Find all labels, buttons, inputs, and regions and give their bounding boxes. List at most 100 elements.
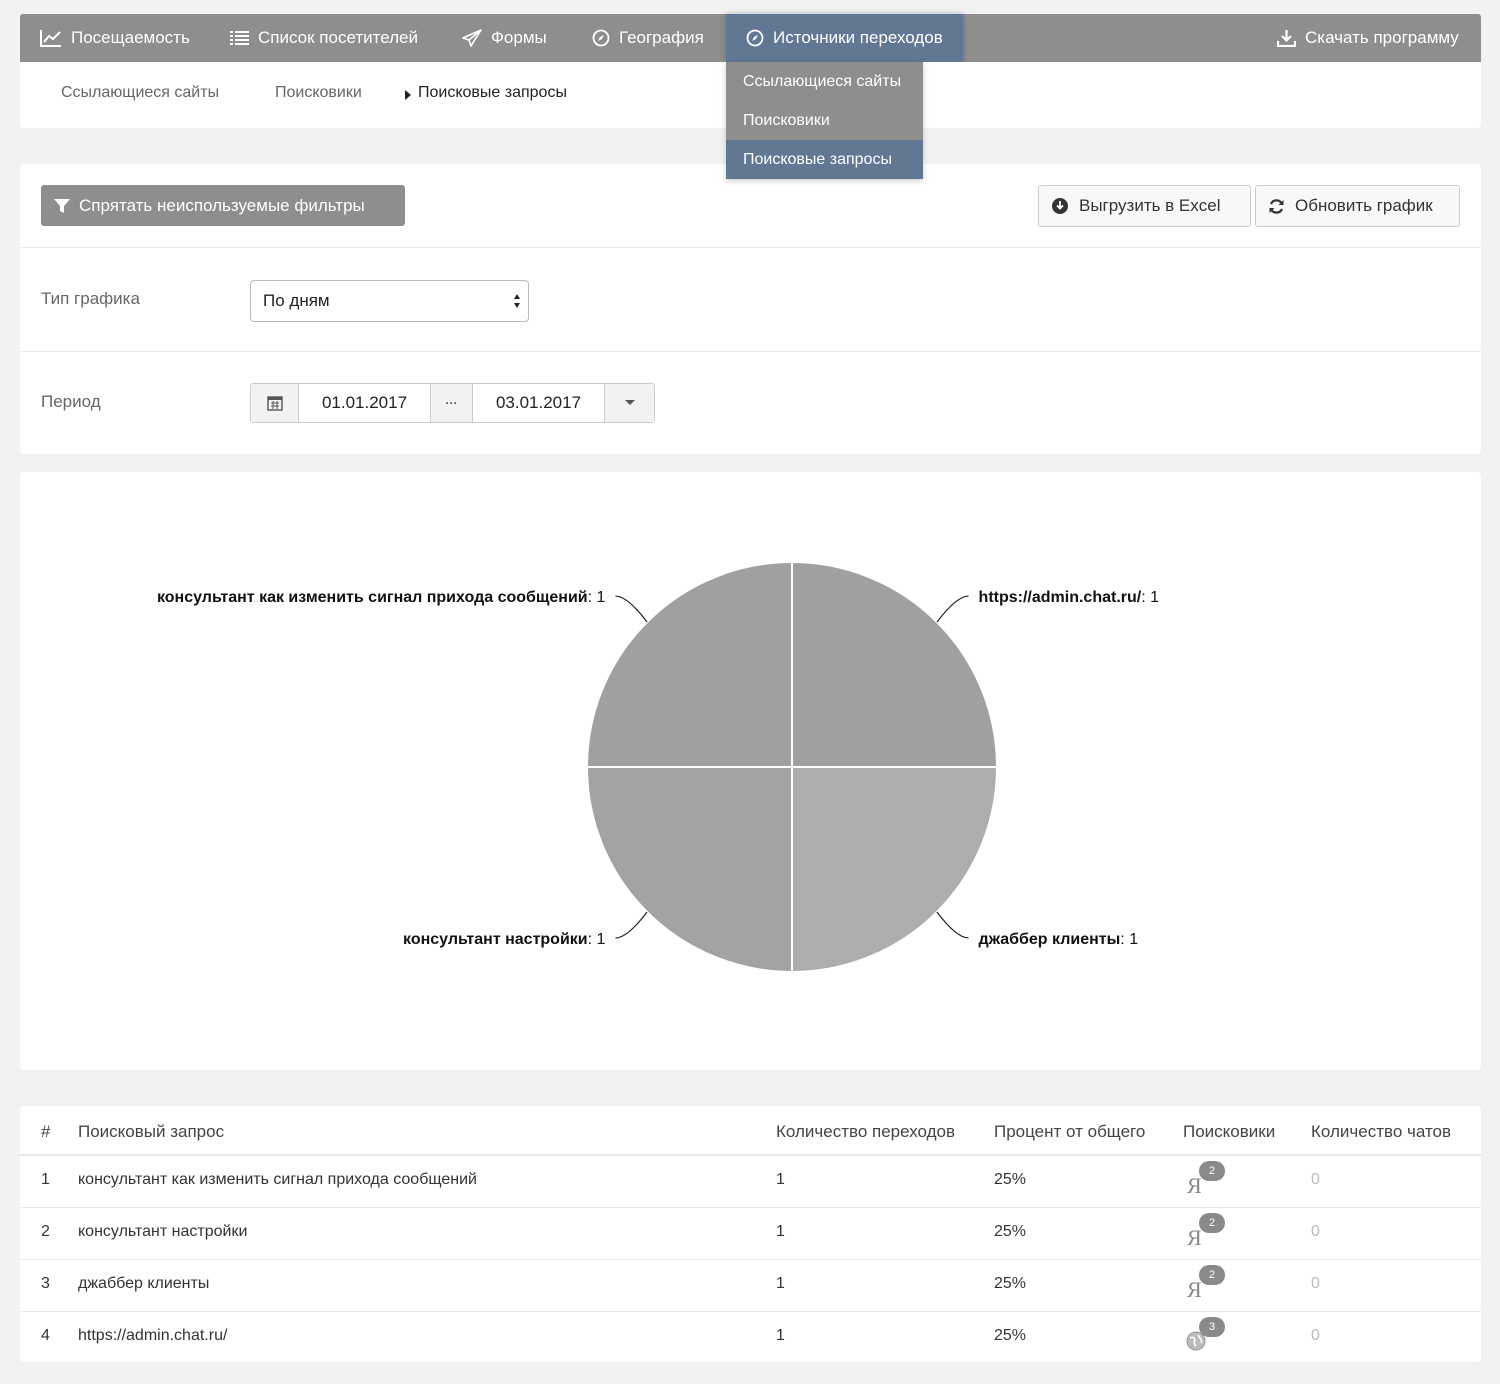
nav-item-referral-sources[interactable]: Источники переходов bbox=[726, 14, 963, 62]
table-row: 3 джаббер клиенты 1 25% Я 2 0 bbox=[20, 1259, 1481, 1311]
column-header-search-engines: Поисковики bbox=[1183, 1122, 1276, 1141]
nav-item-attendance[interactable]: Посещаемость bbox=[40, 14, 190, 62]
pie-chart: https://admin.chat.ru/: 1 джаббер клиенты… bbox=[157, 560, 1160, 974]
row-chats: 0 bbox=[1311, 1171, 1320, 1188]
row-query: джаббер клиенты bbox=[78, 1275, 210, 1292]
row-chats: 0 bbox=[1311, 1223, 1320, 1240]
table-row: 1 консультант как изменить сигнал приход… bbox=[20, 1154, 1481, 1206]
row-number: 2 bbox=[41, 1223, 50, 1240]
pie-leader-line bbox=[936, 595, 969, 623]
table-row: 2 консультант настройки 1 25% Я 2 0 bbox=[20, 1207, 1481, 1259]
filter-icon bbox=[54, 198, 70, 213]
referral-sources-dropdown: Ссылающиеся сайты Поисковики Поисковые з… bbox=[726, 62, 923, 179]
dropdown-item-search-queries[interactable]: Поисковые запросы bbox=[726, 140, 923, 179]
nav-item-forms[interactable]: Формы bbox=[462, 14, 547, 62]
nav-label: География bbox=[619, 28, 704, 47]
divider bbox=[20, 247, 1481, 248]
nav-item-visitors[interactable]: Список посетителей bbox=[230, 14, 418, 62]
period-picker: 01.01.2017 ··· 03.01.2017 bbox=[250, 383, 655, 423]
hide-filters-button[interactable]: Спрятать неиспользуемые фильтры bbox=[41, 185, 405, 226]
refresh-icon bbox=[1269, 198, 1284, 214]
download-program-link[interactable]: Скачать программу bbox=[1277, 14, 1459, 62]
line-chart-icon bbox=[40, 30, 61, 47]
pie-slice-label: консультант настройки: 1 bbox=[403, 931, 606, 948]
divider bbox=[20, 351, 1481, 352]
paper-plane-icon bbox=[462, 29, 482, 47]
nav-label: Источники переходов bbox=[773, 28, 943, 47]
row-number: 4 bbox=[41, 1327, 50, 1344]
nav-label: Скачать программу bbox=[1305, 28, 1459, 47]
caret-right-icon bbox=[405, 90, 411, 100]
compass-icon bbox=[592, 29, 610, 47]
pie-leader-line bbox=[936, 911, 969, 939]
download-icon bbox=[1277, 30, 1296, 47]
yandex-icon[interactable]: Я 2 bbox=[1183, 1213, 1227, 1250]
row-visits: 1 bbox=[776, 1171, 785, 1188]
engine-count-badge: 2 bbox=[1199, 1213, 1225, 1233]
select-arrows-icon bbox=[514, 294, 520, 308]
pie-slice[interactable] bbox=[791, 766, 999, 974]
subnav-item-referring-sites[interactable]: Ссылающиеся сайты bbox=[61, 84, 219, 102]
row-visits: 1 bbox=[776, 1275, 785, 1292]
column-header-number: # bbox=[41, 1122, 51, 1141]
list-icon bbox=[230, 31, 249, 45]
pie-slice[interactable] bbox=[585, 766, 793, 974]
row-percent: 25% bbox=[994, 1223, 1027, 1240]
column-header-percent[interactable]: Процент от общего bbox=[994, 1122, 1145, 1142]
nav-label: Формы bbox=[491, 28, 547, 47]
export-excel-label: Выгрузить в Excel bbox=[1079, 196, 1221, 215]
chart-type-select[interactable]: По дням bbox=[250, 280, 529, 322]
top-nav: Посещаемость Список посетителей Формы Ге… bbox=[20, 14, 1481, 62]
chart-panel: https://admin.chat.ru/: 1 джаббер клиенты… bbox=[20, 472, 1481, 1070]
calendar-button[interactable] bbox=[251, 384, 299, 422]
refresh-chart-button[interactable]: Обновить график bbox=[1255, 185, 1460, 227]
export-excel-button[interactable]: Выгрузить в Excel bbox=[1038, 185, 1251, 227]
subnav-item-search-queries[interactable]: Поисковые запросы bbox=[418, 84, 567, 102]
date-to-input[interactable]: 03.01.2017 bbox=[473, 384, 605, 422]
download-circle-icon bbox=[1052, 198, 1068, 214]
pie-slice[interactable] bbox=[585, 560, 793, 768]
column-header-visits[interactable]: Количество переходов bbox=[776, 1122, 955, 1142]
chart-type-label: Тип графика bbox=[41, 289, 140, 308]
pie-leader-line bbox=[615, 595, 648, 623]
row-query: консультант настройки bbox=[78, 1223, 248, 1240]
row-query: https://admin.chat.ru/ bbox=[78, 1327, 228, 1344]
yandex-icon[interactable]: Я 2 bbox=[1183, 1265, 1227, 1302]
period-label: Период bbox=[41, 392, 101, 411]
yandex-icon[interactable]: Я 2 bbox=[1183, 1161, 1227, 1198]
search-queries-table: # Поисковый запрос Количество переходов … bbox=[20, 1106, 1481, 1362]
row-percent: 25% bbox=[994, 1327, 1027, 1344]
refresh-chart-label: Обновить график bbox=[1295, 196, 1433, 215]
row-visits: 1 bbox=[776, 1327, 785, 1344]
column-header-query[interactable]: Поисковый запрос bbox=[78, 1122, 224, 1142]
dropdown-item-search-engines[interactable]: Поисковики bbox=[726, 101, 923, 140]
caret-down-icon bbox=[624, 400, 635, 405]
engine-count-badge: 2 bbox=[1199, 1265, 1225, 1285]
date-separator: ··· bbox=[431, 384, 473, 422]
column-header-chats[interactable]: Количество чатов bbox=[1311, 1122, 1451, 1142]
row-percent: 25% bbox=[994, 1171, 1027, 1188]
pie-slice-label: https://admin.chat.ru/: 1 bbox=[979, 589, 1160, 606]
row-visits: 1 bbox=[776, 1223, 785, 1240]
pie-slice[interactable] bbox=[791, 560, 999, 768]
dropdown-item-referring-sites[interactable]: Ссылающиеся сайты bbox=[726, 62, 923, 101]
date-from-input[interactable]: 01.01.2017 bbox=[299, 384, 431, 422]
row-chats: 0 bbox=[1311, 1327, 1320, 1344]
nav-item-geography[interactable]: География bbox=[592, 14, 704, 62]
nav-label: Список посетителей bbox=[258, 28, 418, 47]
row-number: 3 bbox=[41, 1275, 50, 1292]
engine-count-badge: 3 bbox=[1199, 1317, 1225, 1337]
row-percent: 25% bbox=[994, 1275, 1027, 1292]
globe-icon[interactable]: 3 bbox=[1183, 1317, 1227, 1353]
engine-count-badge: 2 bbox=[1199, 1161, 1225, 1181]
nav-label: Посещаемость bbox=[71, 28, 190, 47]
pie-slice-label: консультант как изменить сигнал прихода … bbox=[157, 589, 606, 606]
row-query: консультант как изменить сигнал прихода … bbox=[78, 1171, 477, 1188]
row-number: 1 bbox=[41, 1171, 50, 1188]
table-row: 4 https://admin.chat.ru/ 1 25% 3 0 bbox=[20, 1311, 1481, 1363]
filter-panel: Спрятать неиспользуемые фильтры Выгрузит… bbox=[20, 164, 1481, 454]
period-dropdown-button[interactable] bbox=[605, 384, 654, 422]
subnav-item-search-engines[interactable]: Поисковики bbox=[275, 84, 362, 102]
hide-filters-label: Спрятать неиспользуемые фильтры bbox=[79, 195, 365, 215]
pie-slice-label: джаббер клиенты: 1 bbox=[979, 931, 1139, 948]
